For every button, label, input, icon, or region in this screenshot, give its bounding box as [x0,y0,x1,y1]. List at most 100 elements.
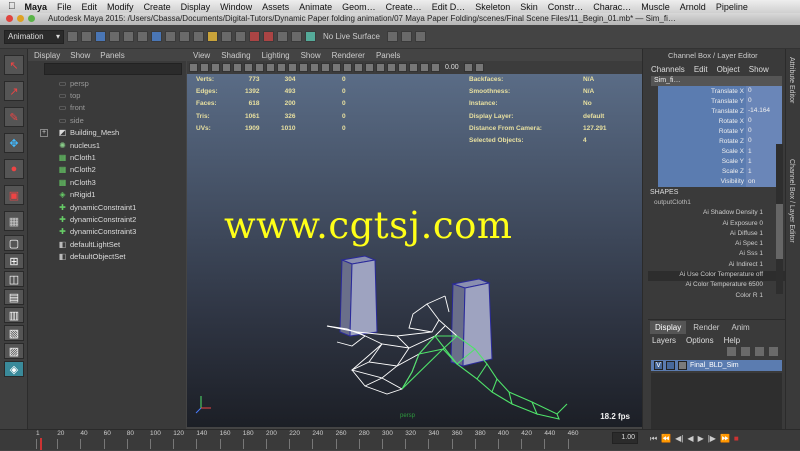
menu-constr[interactable]: Constr… [543,2,589,12]
render-settings-icon[interactable] [277,31,288,42]
layout-four-icon[interactable]: ⊞ [4,253,24,269]
shape-attribute-row[interactable]: Ai Diffuse 1 [648,230,785,240]
layer-menu-help[interactable]: Help [724,336,740,345]
step-forward-frame-icon[interactable]: |▶ [708,434,716,444]
construction-icon[interactable] [235,31,246,42]
channel-box-tab[interactable]: Channel Box / Layer Editor [788,159,795,243]
outliner-item[interactable]: ◧ defaultLightSet [28,238,186,250]
shape-attribute-row[interactable]: Ai Exposure 0 [648,220,785,230]
menu-muscle[interactable]: Muscle [636,2,675,12]
gamma-icon[interactable] [463,63,473,72]
open-scene-icon[interactable] [81,31,92,42]
channel-box-object-name[interactable]: Sim_fi… [651,76,782,86]
channel-menu-object[interactable]: Object [717,65,740,74]
layout-hypershade-icon[interactable]: ▧ [4,325,24,341]
viewport-menu-view[interactable]: View [193,51,210,60]
last-tool-icon[interactable]: ▦ [4,211,24,231]
select-object-icon[interactable] [123,31,134,42]
layout-single-icon[interactable]: ▢ [4,235,24,251]
outliner-item[interactable]: ✚ dynamicConstraint2 [28,213,186,225]
shape-attribute-row[interactable]: Ai Color Temperature 6500 [648,281,785,291]
outliner-item[interactable]: ▭ front [28,102,186,114]
channel-menu-show[interactable]: Show [749,65,769,74]
time-playhead[interactable] [40,438,42,450]
channel-attribute-row[interactable]: Scale Z1 [658,166,782,177]
shadows-icon[interactable] [354,63,363,72]
expand-icon[interactable]: + [40,128,48,137]
menu-set-dropdown[interactable]: Animation ▾ [4,29,64,44]
resolution-gate-icon[interactable] [255,63,264,72]
channel-attribute-row[interactable]: Rotate Z0 [658,136,782,147]
gate-mask-icon[interactable] [266,63,275,72]
move-layer-up-icon[interactable] [726,346,737,357]
zoom-window-button[interactable] [28,15,35,22]
menu-pipeline[interactable]: Pipeline [711,2,753,12]
menu-arnold[interactable]: Arnold [675,2,711,12]
shape-attribute-row[interactable]: Ai Spec 1 [648,240,785,250]
layout-two-icon[interactable]: ◫ [4,271,24,287]
layer-visibility-toggle[interactable]: V [654,361,663,370]
move-layer-down-icon[interactable] [740,346,751,357]
outliner-item[interactable]: ▭ side [28,114,186,126]
paint-select-icon[interactable]: ✎ [4,107,24,127]
outliner-item[interactable]: ✚ dynamicConstraint1 [28,201,186,213]
channel-attribute-row[interactable]: Translate X0 [658,86,782,97]
channel-attribute-row[interactable]: Rotate X0 [658,116,782,127]
snap-curve-icon[interactable] [165,31,176,42]
layer-type-toggle[interactable] [666,361,675,370]
menu-window[interactable]: Window [215,2,257,12]
outliner-item[interactable]: ▦ nCloth1 [28,151,186,163]
play-backward-icon[interactable]: ◀ [687,434,693,444]
attribute-value[interactable]: 0 [746,86,782,97]
menu-edit-d[interactable]: Edit D… [427,2,471,12]
field-chart-icon[interactable] [277,63,286,72]
wireframe-icon[interactable] [310,63,319,72]
shape-attribute-row[interactable]: Ai Shadow Density 1 [648,209,785,219]
go-to-end-icon[interactable]: ■ [734,434,739,444]
safe-title-icon[interactable] [299,63,308,72]
menu-skin[interactable]: Skin [515,2,543,12]
minimize-window-button[interactable] [17,15,24,22]
attribute-value[interactable]: 0 [746,116,782,127]
anti-alias-icon[interactable] [376,63,385,72]
menu-geom[interactable]: Geom… [337,2,381,12]
tab-display[interactable]: Display [650,321,687,334]
layout-graph-icon[interactable]: ▥ [4,307,24,323]
safe-action-icon[interactable] [288,63,297,72]
step-back-icon[interactable]: ⏪ [661,434,671,444]
lasso-tool-icon[interactable]: ↗ [4,81,24,101]
layer-menu-options[interactable]: Options [686,336,714,345]
attribute-value[interactable]: -14.164 [746,106,782,117]
current-frame-field[interactable]: 1.00 [612,432,638,444]
channel-menu-edit[interactable]: Edit [694,65,708,74]
attribute-value[interactable]: 0 [746,96,782,107]
menu-edit[interactable]: Edit [77,2,103,12]
color-management-icon[interactable] [474,63,484,72]
time-slider[interactable]: 1 20 40 60 80 100 120 140 160 180 200 220 240 260 280 3… [0,429,800,450]
exposure-icon[interactable] [431,63,440,72]
scale-tool-icon[interactable]: ▣ [4,185,24,205]
bookmark-icon[interactable] [211,63,220,72]
outliner-item[interactable]: ▦ nCloth3 [28,176,186,188]
tab-render[interactable]: Render [688,321,725,334]
camera-attr-icon[interactable] [200,63,209,72]
layer-color-swatch[interactable] [678,361,687,370]
render-icon[interactable] [249,31,260,42]
new-layer-selected-icon[interactable] [768,346,779,357]
ambient-occlusion-icon[interactable] [365,63,374,72]
new-empty-layer-icon[interactable] [754,346,765,357]
rotate-tool-icon[interactable]: ● [4,159,24,179]
close-window-button[interactable] [6,15,13,22]
exposure-value[interactable]: 0.00 [445,64,459,71]
grid-icon[interactable] [233,63,242,72]
viewport-menu-lighting[interactable]: Lighting [262,51,290,60]
menu-charac[interactable]: Charac… [588,2,636,12]
tool-settings-icon[interactable] [414,31,426,42]
channel-attribute-row[interactable]: Scale Y1 [658,156,782,167]
magnet-icon[interactable] [207,31,218,42]
channel-attribute-row[interactable]: Scale X1 [658,146,782,157]
xray-components-icon[interactable] [420,63,429,72]
smooth-shade-icon[interactable] [321,63,330,72]
menu-file[interactable]: File [52,2,77,12]
layout-outliner-icon[interactable]: ▤ [4,289,24,305]
